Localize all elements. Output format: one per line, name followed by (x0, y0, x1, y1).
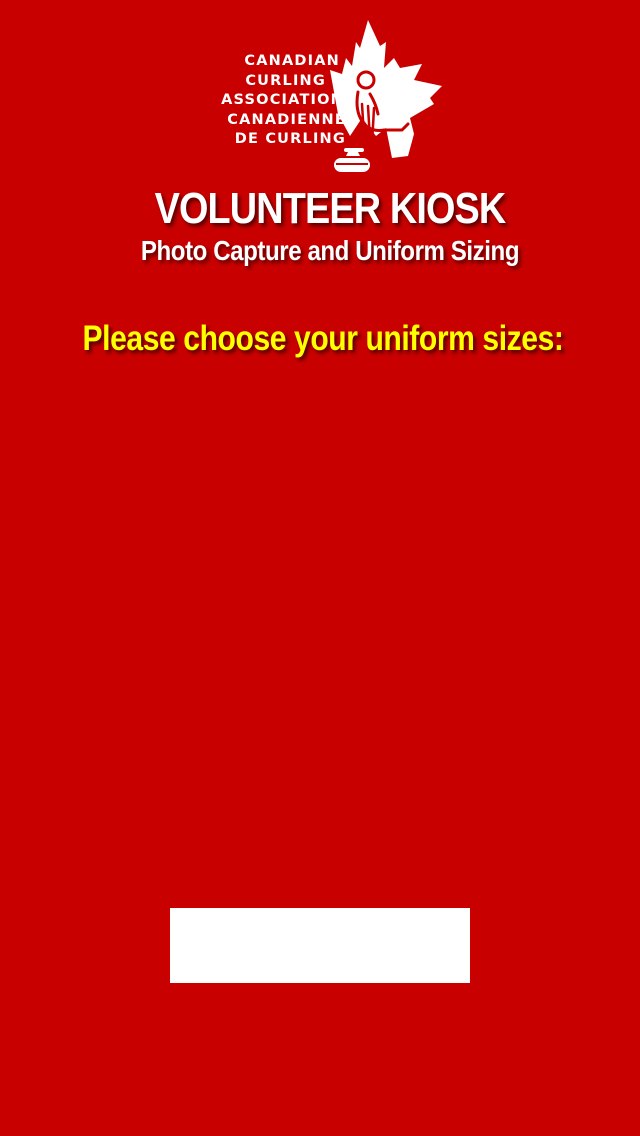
logo-line-2: CURLING (245, 72, 326, 89)
logo-line-4: CANADIENNE (227, 111, 346, 128)
association-logo: CANADIAN CURLING ASSOCIATION CANADIENNE … (190, 18, 450, 180)
logo-line-5: DE CURLING (234, 131, 346, 148)
maple-leaf-curler-icon (330, 20, 442, 172)
kiosk-screen: CANADIAN CURLING ASSOCIATION CANADIENNE … (0, 0, 640, 1136)
logo-line-1: CANADIAN (244, 53, 340, 69)
logo-line-3: ASSOCIATION (221, 92, 344, 109)
uniform-size-prompt: Please choose your uniform sizes: (82, 319, 564, 358)
continue-button[interactable] (170, 908, 470, 983)
page-title: VOLUNTEER KIOSK (154, 184, 507, 233)
logo-wordmark: CANADIAN CURLING ASSOCIATION CANADIENNE … (190, 52, 345, 150)
page-subtitle: Photo Capture and Uniform Sizing (140, 235, 520, 266)
